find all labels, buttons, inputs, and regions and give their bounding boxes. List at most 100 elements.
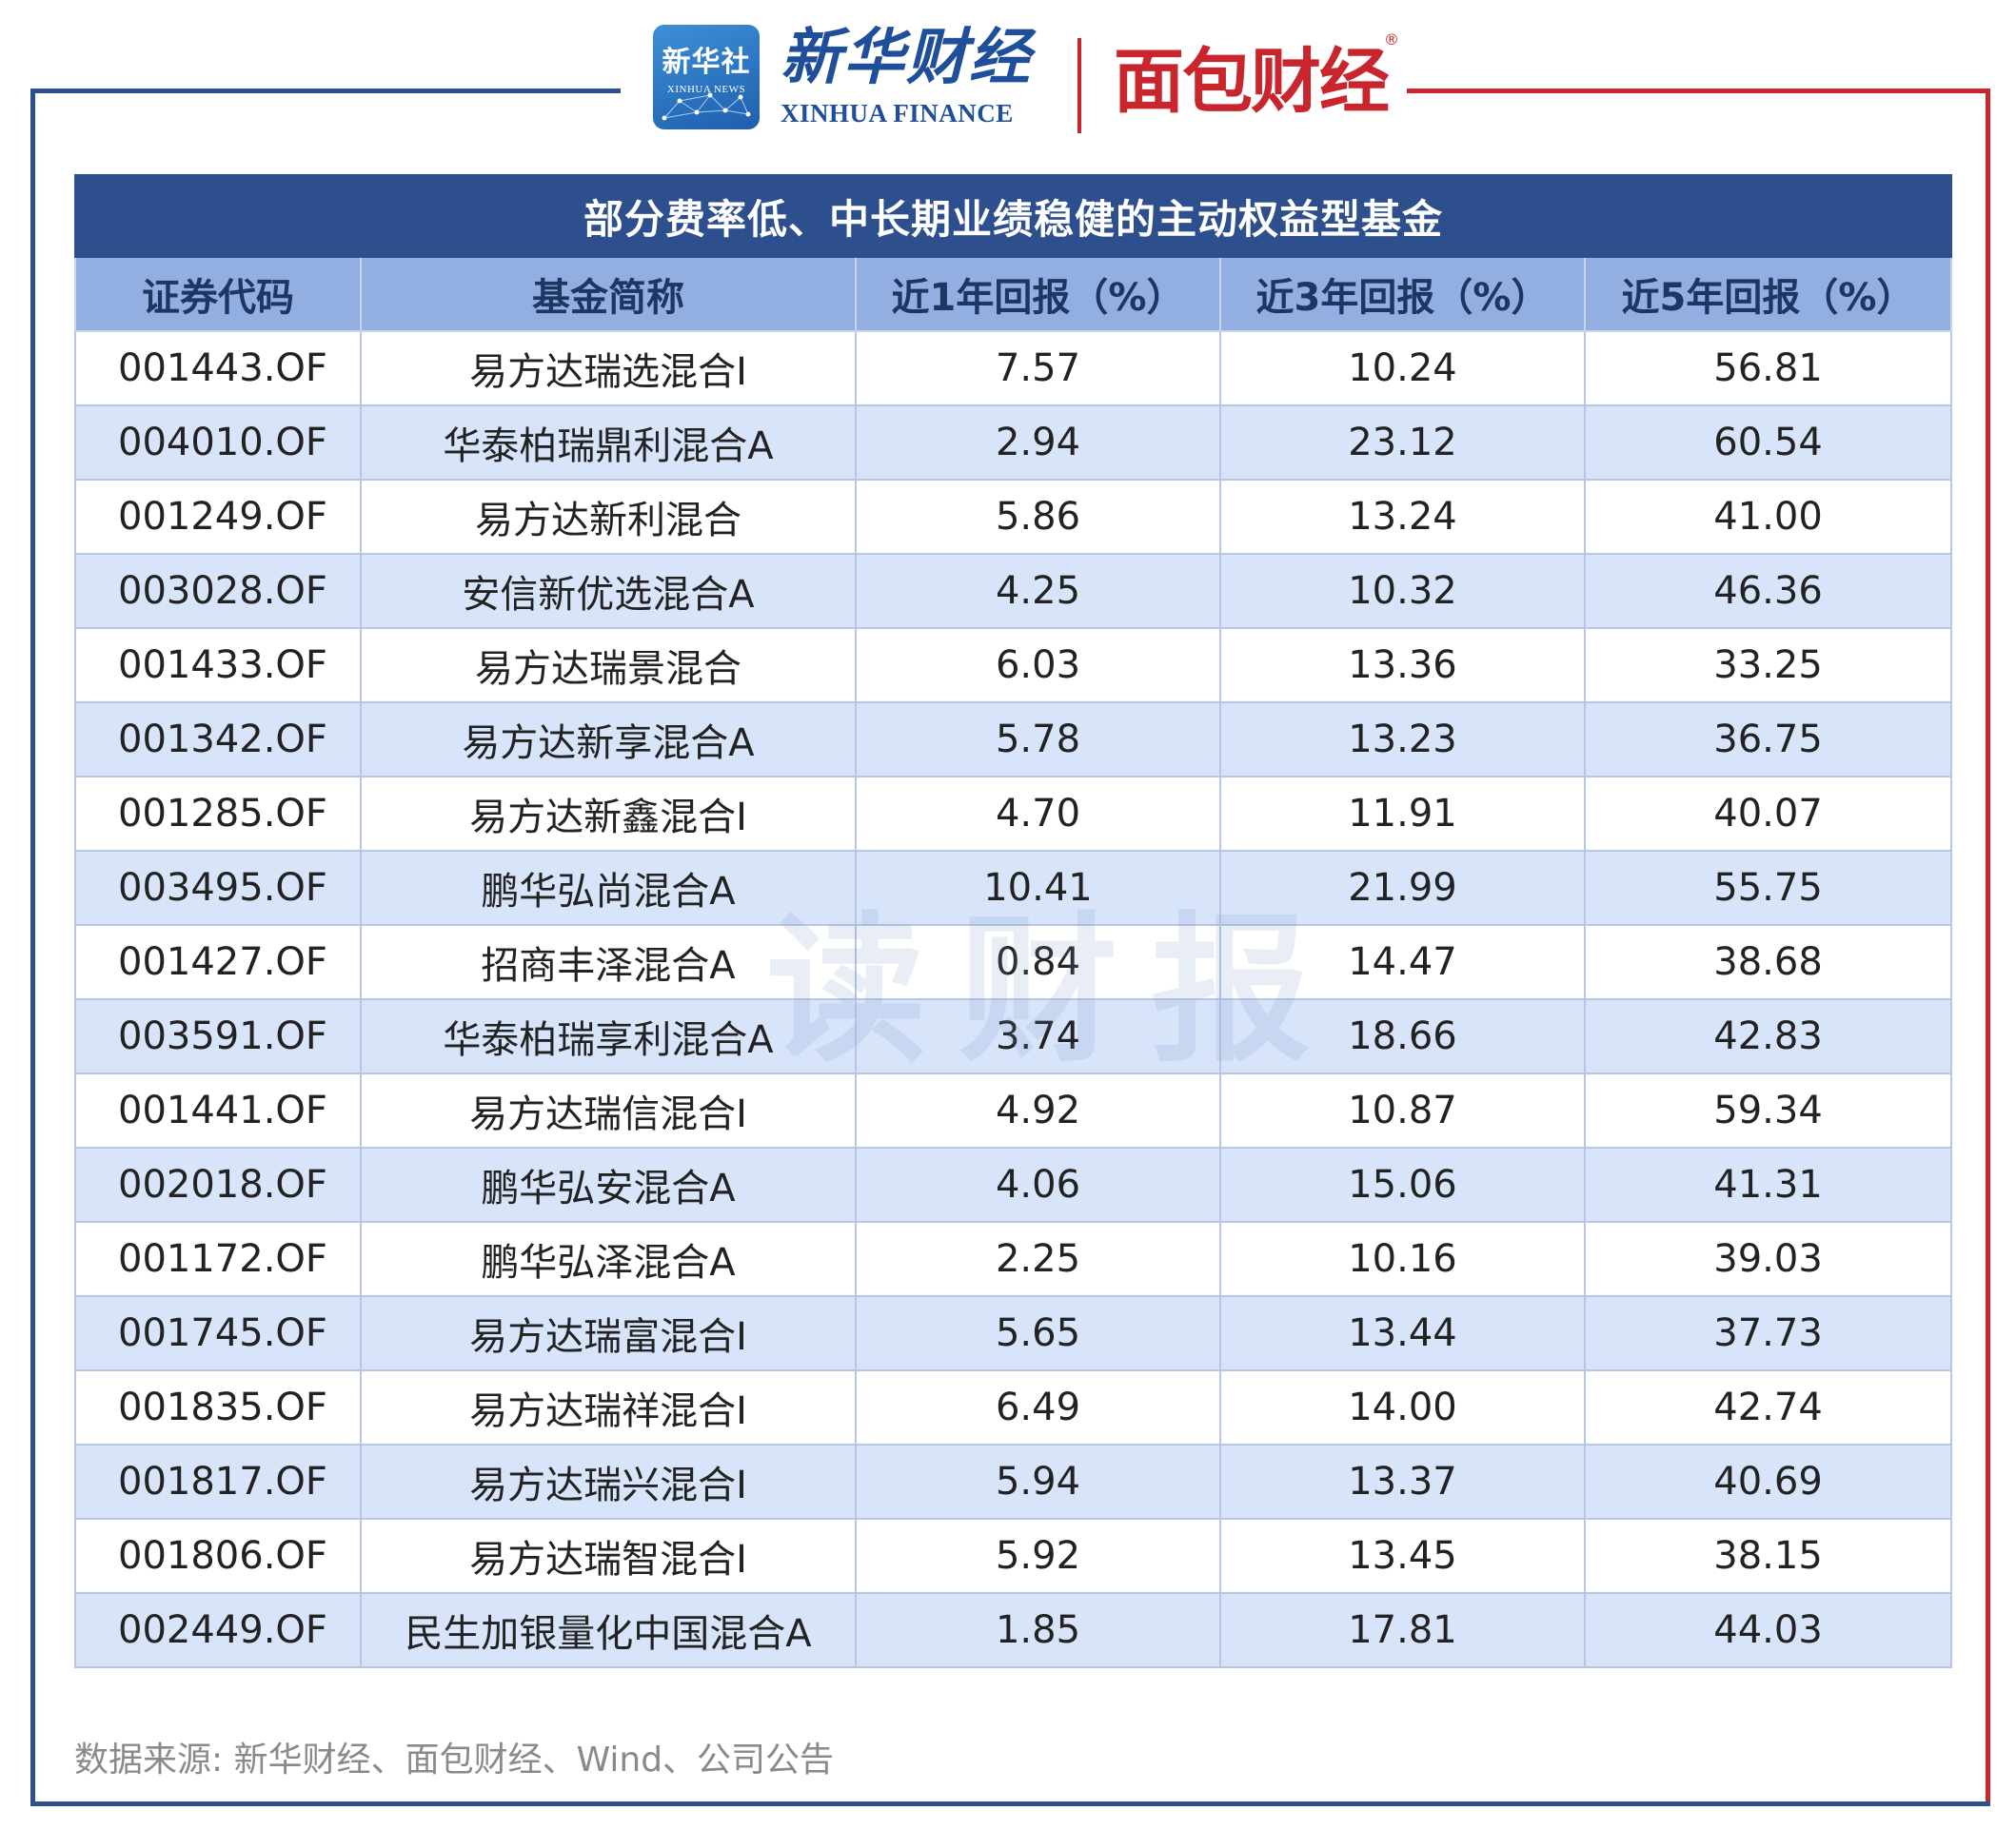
- cell-return-1y: 7.57: [855, 330, 1221, 406]
- table-row: 002449.OF 民生加银量化中国混合A 1.85 17.81 44.03: [74, 1592, 1953, 1668]
- cell-return-3y: 13.24: [1219, 479, 1586, 555]
- cell-return-3y: 13.23: [1219, 701, 1586, 777]
- cell-return-1y: 6.49: [855, 1369, 1221, 1446]
- cell-code: 002018.OF: [74, 1147, 362, 1223]
- cell-return-1y: 0.84: [855, 924, 1221, 1000]
- cell-return-3y: 18.66: [1219, 998, 1586, 1074]
- header-fund-name: 基金简称: [360, 256, 857, 332]
- cell-fund-name: 鹏华弘尚混合A: [360, 850, 857, 926]
- table-body: 001443.OF 易方达瑞选混合I 7.57 10.24 56.81 004010.OF…: [74, 330, 1953, 1668]
- cell-return-5y: 55.75: [1583, 850, 1953, 926]
- cell-return-5y: 40.69: [1583, 1444, 1953, 1520]
- table-row: 003495.OF 鹏华弘尚混合A 10.41 21.99 55.75: [74, 850, 1953, 926]
- cell-return-1y: 4.25: [855, 553, 1221, 629]
- cell-return-5y: 60.54: [1583, 404, 1953, 481]
- table-header-row: 证券代码 基金简称 近1年回报（%） 近3年回报（%） 近5年回报（%）: [74, 256, 1953, 332]
- cell-return-5y: 37.73: [1583, 1295, 1953, 1371]
- cell-code: 002449.OF: [74, 1592, 362, 1668]
- logo-divider: [1077, 38, 1081, 133]
- cell-code: 001172.OF: [74, 1221, 362, 1297]
- cell-return-3y: 15.06: [1219, 1147, 1586, 1223]
- table-row: 001172.OF 鹏华弘泽混合A 2.25 10.16 39.03: [74, 1221, 1953, 1297]
- table-row: 001342.OF 易方达新享混合A 5.78 13.23 36.75: [74, 701, 1953, 777]
- table-row: 001433.OF 易方达瑞景混合 6.03 13.36 33.25: [74, 627, 1953, 703]
- cell-fund-name: 鹏华弘泽混合A: [360, 1221, 857, 1297]
- cell-fund-name: 易方达瑞富混合I: [360, 1295, 857, 1371]
- table-title-row: 部分费率低、中长期业绩稳健的主动权益型基金: [73, 174, 1953, 258]
- cell-fund-name: 易方达瑞祥混合I: [360, 1369, 857, 1446]
- table-title: 部分费率低、中长期业绩稳健的主动权益型基金: [73, 174, 1953, 258]
- cell-return-3y: 23.12: [1219, 404, 1586, 481]
- cell-code: 003591.OF: [74, 998, 362, 1074]
- frame-bottom-line: [30, 1801, 1990, 1806]
- header-return-1y: 近1年回报（%）: [855, 256, 1221, 332]
- cell-fund-name: 鹏华弘安混合A: [360, 1147, 857, 1223]
- cell-return-3y: 10.87: [1219, 1072, 1586, 1149]
- cell-return-5y: 56.81: [1583, 330, 1953, 406]
- cell-return-3y: 13.45: [1219, 1518, 1586, 1594]
- cell-fund-name: 易方达瑞景混合: [360, 627, 857, 703]
- frame-right-line: [1986, 89, 1990, 1806]
- table-row: 003028.OF 安信新优选混合A 4.25 10.32 46.36: [74, 553, 1953, 629]
- cell-return-3y: 21.99: [1219, 850, 1586, 926]
- cell-return-3y: 11.91: [1219, 776, 1586, 852]
- cell-fund-name: 易方达新鑫混合I: [360, 776, 857, 852]
- cell-return-5y: 40.07: [1583, 776, 1953, 852]
- table-row: 001745.OF 易方达瑞富混合I 5.65 13.44 37.73: [74, 1295, 1953, 1371]
- xinhua-finance-logo-en: XINHUA FINANCE: [781, 99, 1014, 128]
- registered-mark-icon: ®: [1384, 30, 1399, 49]
- cell-return-5y: 41.00: [1583, 479, 1953, 555]
- cell-return-1y: 4.06: [855, 1147, 1221, 1223]
- cell-fund-name: 易方达新享混合A: [360, 701, 857, 777]
- cell-fund-name: 民生加银量化中国混合A: [360, 1592, 857, 1668]
- cell-code: 001443.OF: [74, 330, 362, 406]
- cell-fund-name: 易方达瑞兴混合I: [360, 1444, 857, 1520]
- table-row: 001249.OF 易方达新利混合 5.86 13.24 41.00: [74, 479, 1953, 555]
- cell-return-1y: 4.92: [855, 1072, 1221, 1149]
- cell-return-1y: 10.41: [855, 850, 1221, 926]
- cell-code: 003028.OF: [74, 553, 362, 629]
- cell-return-5y: 38.68: [1583, 924, 1953, 1000]
- frame-top-left-line: [30, 89, 621, 93]
- table-row: 002018.OF 鹏华弘安混合A 4.06 15.06 41.31: [74, 1147, 1953, 1223]
- cell-return-3y: 14.47: [1219, 924, 1586, 1000]
- cell-return-5y: 39.03: [1583, 1221, 1953, 1297]
- cell-return-3y: 10.24: [1219, 330, 1586, 406]
- frame-top-right-line: [1407, 89, 1990, 93]
- cell-code: 001441.OF: [74, 1072, 362, 1149]
- cell-return-3y: 10.32: [1219, 553, 1586, 629]
- cell-return-1y: 6.03: [855, 627, 1221, 703]
- mianbao-finance-logo-cn: 面包财经: [1114, 41, 1390, 123]
- header-return-3y: 近3年回报（%）: [1219, 256, 1586, 332]
- table-row: 003591.OF 华泰柏瑞享利混合A 3.74 18.66 42.83: [74, 998, 1953, 1074]
- table-row: 001441.OF 易方达瑞信混合I 4.92 10.87 59.34: [74, 1072, 1953, 1149]
- cell-return-5y: 41.31: [1583, 1147, 1953, 1223]
- cell-return-1y: 2.94: [855, 404, 1221, 481]
- cell-return-1y: 5.65: [855, 1295, 1221, 1371]
- cell-return-5y: 42.74: [1583, 1369, 1953, 1446]
- table-row: 001806.OF 易方达瑞智混合I 5.92 13.45 38.15: [74, 1518, 1953, 1594]
- cell-fund-name: 招商丰泽混合A: [360, 924, 857, 1000]
- cell-return-1y: 1.85: [855, 1592, 1221, 1668]
- cell-return-1y: 5.78: [855, 701, 1221, 777]
- cell-return-5y: 38.15: [1583, 1518, 1953, 1594]
- cell-code: 001249.OF: [74, 479, 362, 555]
- cell-code: 001285.OF: [74, 776, 362, 852]
- cell-fund-name: 华泰柏瑞鼎利混合A: [360, 404, 857, 481]
- cell-code: 001806.OF: [74, 1518, 362, 1594]
- fund-table-container: 部分费率低、中长期业绩稳健的主动权益型基金 证券代码 基金简称 近1年回报（%）…: [73, 174, 1953, 1668]
- cell-code: 001817.OF: [74, 1444, 362, 1520]
- xinhua-news-logo-cn: 新华社: [662, 46, 751, 79]
- cell-return-3y: 13.37: [1219, 1444, 1586, 1520]
- table-row: 001817.OF 易方达瑞兴混合I 5.94 13.37 40.69: [74, 1444, 1953, 1520]
- cell-code: 001835.OF: [74, 1369, 362, 1446]
- cell-return-5y: 33.25: [1583, 627, 1953, 703]
- cell-fund-name: 易方达瑞信混合I: [360, 1072, 857, 1149]
- cell-code: 001427.OF: [74, 924, 362, 1000]
- table-row: 001835.OF 易方达瑞祥混合I 6.49 14.00 42.74: [74, 1369, 1953, 1446]
- xinhua-finance-logo-cn: 新华财经: [781, 22, 1032, 93]
- cell-return-1y: 5.94: [855, 1444, 1221, 1520]
- table-row: 001443.OF 易方达瑞选混合I 7.57 10.24 56.81: [74, 330, 1953, 406]
- cell-fund-name: 易方达新利混合: [360, 479, 857, 555]
- cell-return-5y: 44.03: [1583, 1592, 1953, 1668]
